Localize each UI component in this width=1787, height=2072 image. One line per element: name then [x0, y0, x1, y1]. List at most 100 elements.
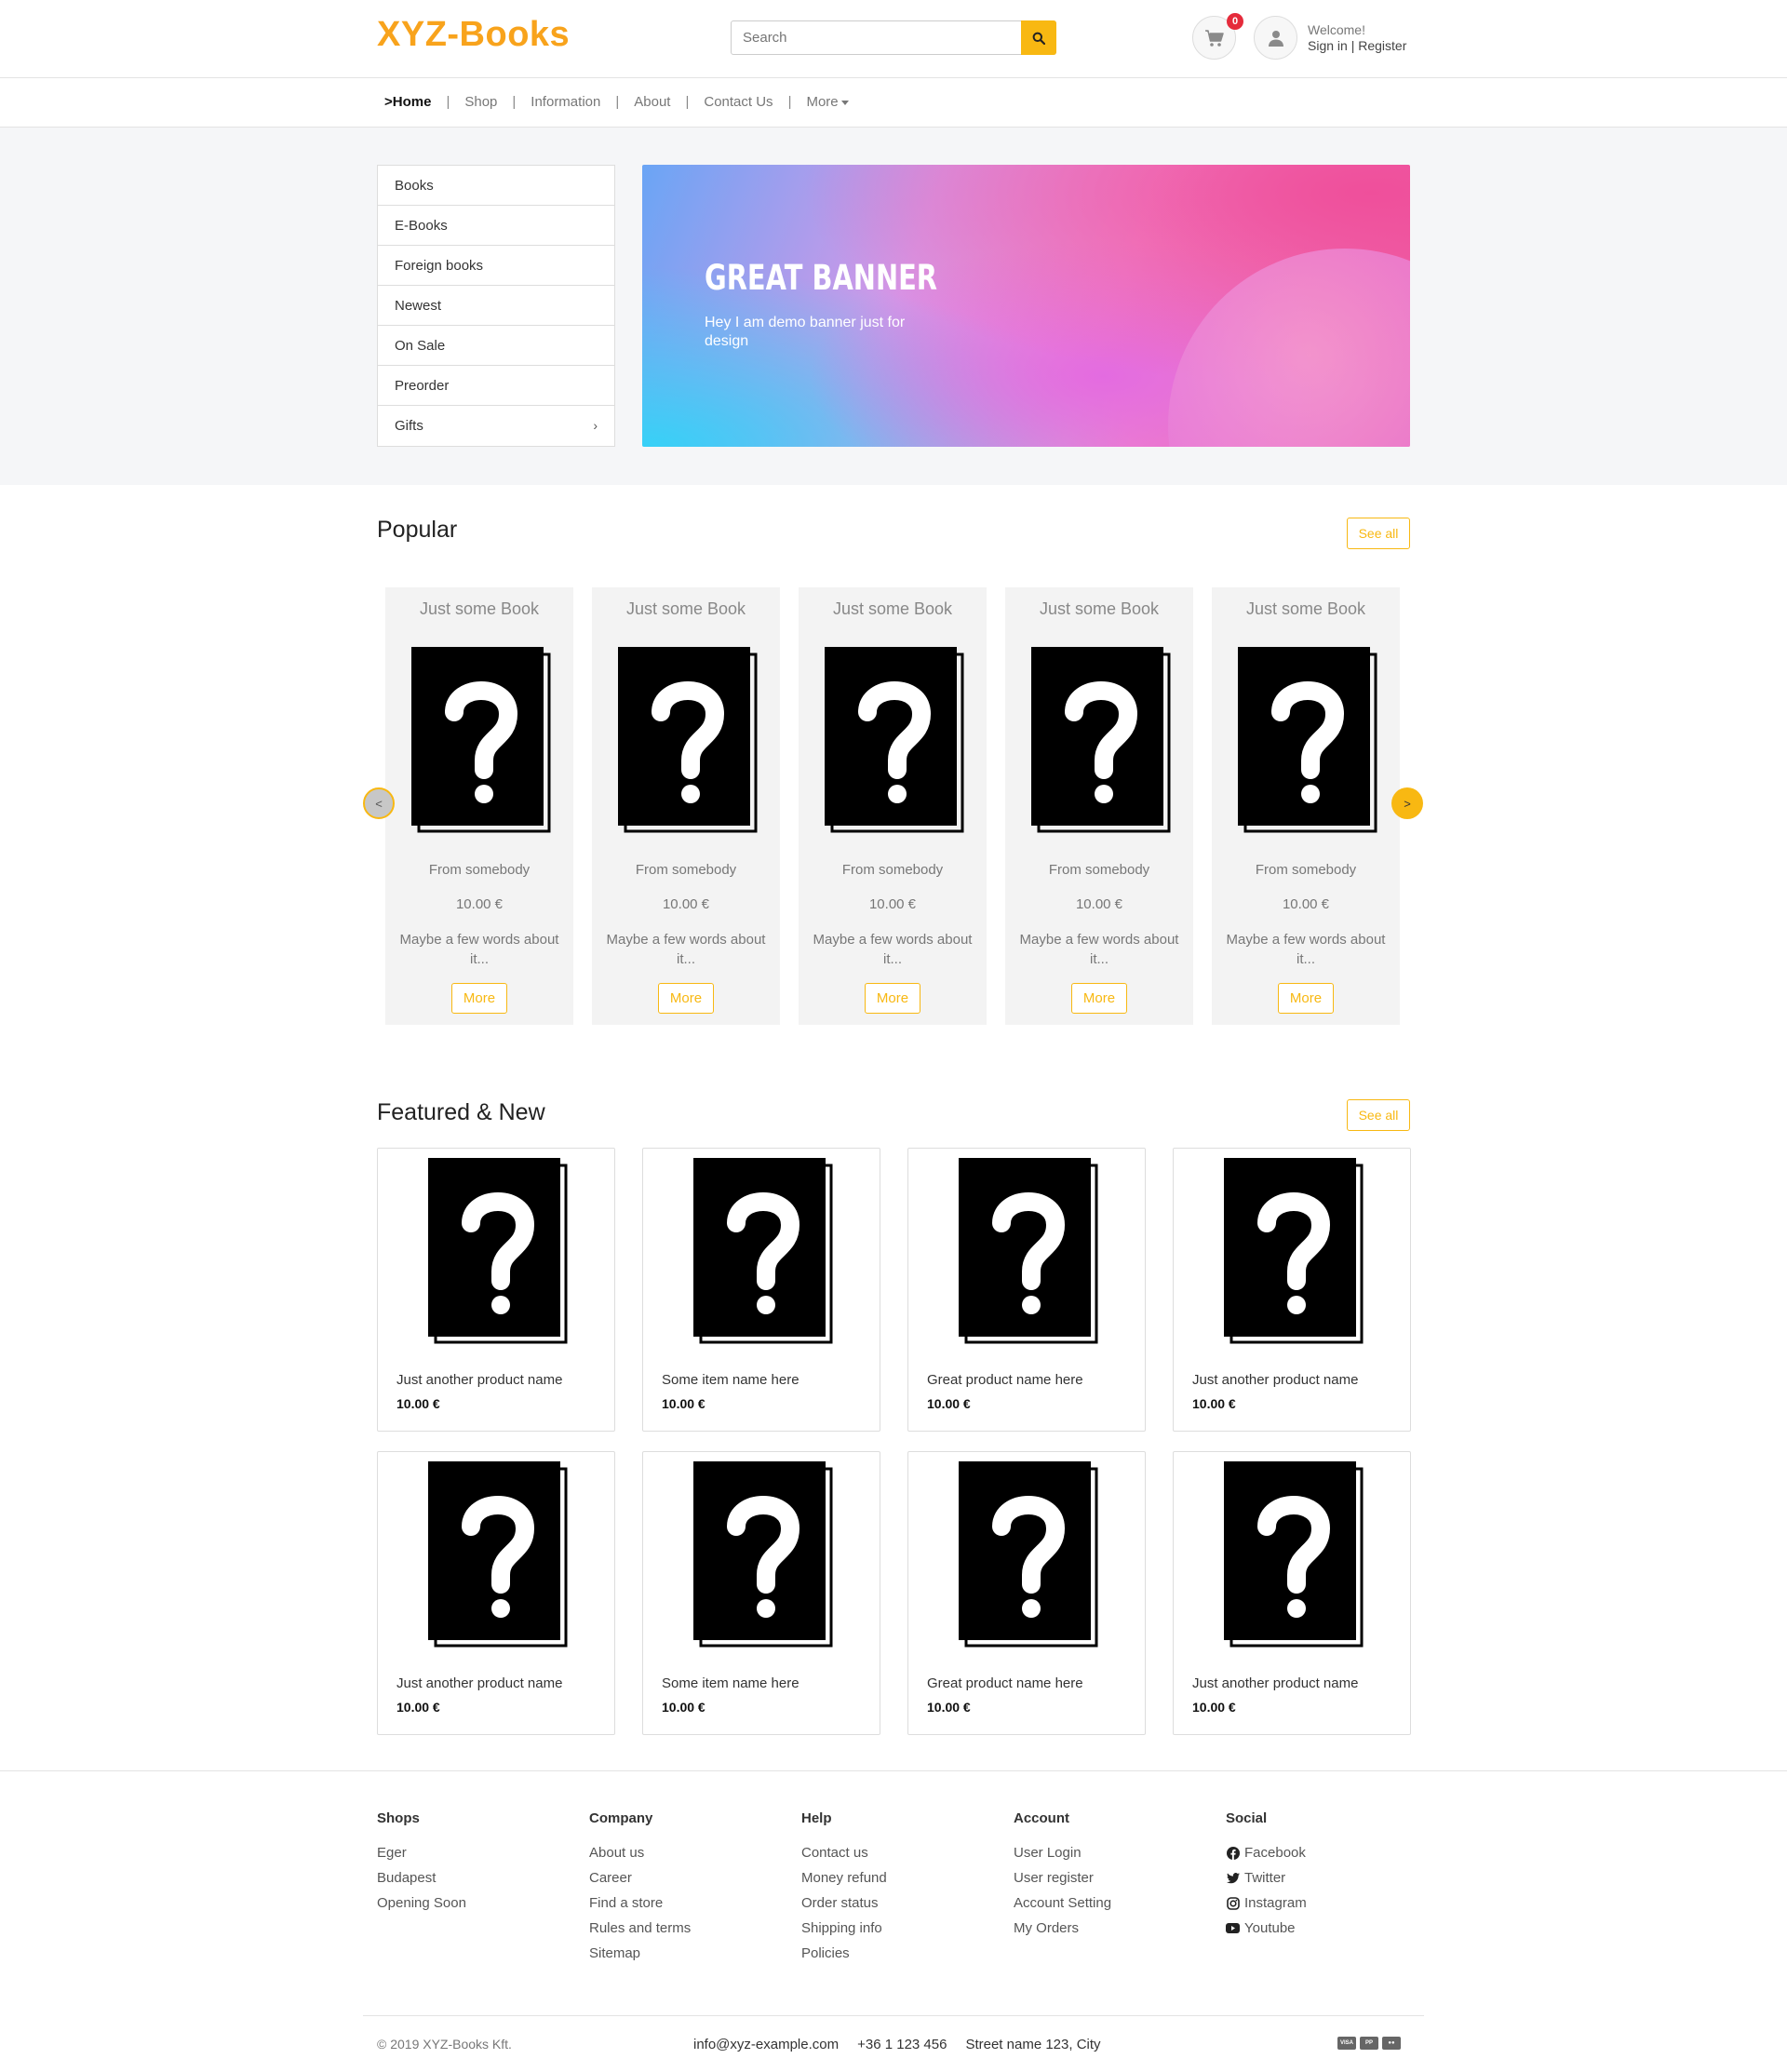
featured-product-card[interactable]: Just another product name 10.00 € — [377, 1148, 615, 1432]
featured-product-card[interactable]: Some item name here 10.00 € — [642, 1148, 880, 1432]
category-item[interactable]: Newest — [378, 286, 614, 326]
copyright: © 2019 XYZ-Books Kft. — [377, 2037, 512, 2052]
category-item[interactable]: Foreign books — [378, 246, 614, 286]
footer-link[interactable]: Order status — [801, 1890, 887, 1916]
footer-link[interactable]: Sitemap — [589, 1941, 691, 1966]
footer-link-label: Money refund — [801, 1870, 887, 1886]
nav-home[interactable]: >Home — [384, 94, 431, 110]
more-button[interactable]: More — [1278, 983, 1334, 1014]
nav-shop[interactable]: Shop — [464, 94, 497, 110]
featured-product-card[interactable]: Some item name here 10.00 € — [642, 1451, 880, 1735]
nav-separator: | — [512, 94, 517, 110]
unknown-book-icon — [411, 647, 551, 833]
popular-book-card[interactable]: Just some Book From somebody 10.00 € Maybe … — [592, 587, 780, 1025]
footer-phone[interactable]: +36 1 123 456 — [857, 2037, 947, 2052]
footer-link[interactable]: My Orders — [1014, 1916, 1111, 1941]
book-price: 10.00 € — [455, 896, 504, 912]
category-item-gifts[interactable]: Gifts › — [378, 406, 614, 446]
product-name: Just another product name — [1192, 1372, 1359, 1388]
nav-contact[interactable]: Contact Us — [704, 94, 773, 110]
footer-link[interactable]: Find a store — [589, 1890, 691, 1916]
book-price: 10.00 € — [1075, 896, 1123, 912]
footer-link[interactable]: About us — [589, 1840, 691, 1865]
footer-link[interactable]: Shipping info — [801, 1916, 887, 1941]
book-cover — [1031, 647, 1171, 837]
user-avatar[interactable] — [1254, 16, 1297, 60]
caret-down-icon — [840, 100, 849, 105]
category-item[interactable]: Books — [378, 166, 614, 206]
footer-link[interactable]: Opening Soon — [377, 1890, 466, 1916]
footer-link-label: Instagram — [1244, 1895, 1307, 1911]
popular-book-card[interactable]: Just some Book From somebody 10.00 € Maybe … — [1005, 587, 1193, 1025]
paypal-icon: PP — [1360, 2037, 1378, 2050]
footer-link-label: Facebook — [1244, 1845, 1306, 1861]
category-item[interactable]: On Sale — [378, 326, 614, 366]
logo[interactable]: XYZ-Books — [377, 15, 570, 55]
more-button[interactable]: More — [658, 983, 714, 1014]
more-button[interactable]: More — [1071, 983, 1127, 1014]
footer-link-label: Career — [589, 1870, 632, 1886]
mastercard-icon: ●● — [1382, 2037, 1401, 2050]
nav-information[interactable]: Information — [531, 94, 600, 110]
featured-product-card[interactable]: Great product name here 10.00 € — [907, 1451, 1146, 1735]
footer-link[interactable]: Rules and terms — [589, 1916, 691, 1941]
footer-link[interactable]: Budapest — [377, 1865, 466, 1890]
user-icon — [1268, 30, 1283, 47]
footer-column-heading: Company — [589, 1810, 653, 1826]
more-button[interactable]: More — [451, 983, 507, 1014]
carousel-prev-button[interactable]: < — [363, 787, 395, 819]
footer-bottom-bar: © 2019 XYZ-Books Kft. info@xyz-example.c… — [363, 2015, 1424, 2071]
footer-link[interactable]: Contact us — [801, 1840, 887, 1865]
nav-more-dropdown[interactable]: More — [806, 94, 849, 110]
footer-link[interactable]: User register — [1014, 1865, 1111, 1890]
twitter-icon — [1226, 1872, 1240, 1883]
popular-book-card[interactable]: Just some Book From somebody 10.00 € Maybe … — [385, 587, 573, 1025]
featured-product-card[interactable]: Just another product name 10.00 € — [1173, 1451, 1411, 1735]
footer-link[interactable]: Account Setting — [1014, 1890, 1111, 1916]
featured-product-card[interactable]: Just another product name 10.00 € — [1173, 1148, 1411, 1432]
footer-link[interactable]: Facebook — [1226, 1840, 1307, 1865]
carousel-next-button[interactable]: > — [1391, 787, 1423, 819]
category-list: Books E-Books Foreign books Newest On Sa… — [377, 165, 615, 447]
footer-link[interactable]: Youtube — [1226, 1916, 1307, 1941]
category-item[interactable]: Preorder — [378, 366, 614, 406]
nav-about[interactable]: About — [634, 94, 670, 110]
book-title: Just some Book — [832, 599, 953, 618]
hero-banner[interactable]: GREAT BANNER Hey I am demo banner just f… — [642, 165, 1410, 447]
more-button[interactable]: More — [865, 983, 920, 1014]
featured-product-card[interactable]: Great product name here 10.00 € — [907, 1148, 1146, 1432]
footer-link[interactable]: Career — [589, 1865, 691, 1890]
footer-link[interactable]: Eger — [377, 1840, 466, 1865]
popular-see-all-button[interactable]: See all — [1347, 518, 1410, 549]
footer-link[interactable]: Policies — [801, 1941, 887, 1966]
header: XYZ-Books 0 Welcome! Sign in | Register — [0, 0, 1787, 78]
product-cover — [428, 1158, 568, 1348]
auth-links: Sign in | Register — [1308, 38, 1406, 53]
youtube-icon — [1226, 1923, 1240, 1933]
footer-link[interactable]: Instagram — [1226, 1890, 1307, 1916]
instagram-icon — [1226, 1896, 1240, 1910]
footer-address: Street name 123, City — [965, 2037, 1101, 2052]
footer-link[interactable]: Twitter — [1226, 1865, 1307, 1890]
footer-column-social: Social Facebook Twitter Instagram Youtube — [1226, 1810, 1307, 1941]
footer-link-label: My Orders — [1014, 1920, 1080, 1936]
unknown-book-icon — [1224, 1158, 1364, 1344]
footer-link-label: User Login — [1014, 1845, 1082, 1861]
product-name: Just another product name — [1192, 1675, 1359, 1691]
featured-see-all-button[interactable]: See all — [1347, 1099, 1410, 1131]
footer-link[interactable]: Money refund — [801, 1865, 887, 1890]
nav-more-label: More — [806, 94, 839, 110]
sign-in-link[interactable]: Sign in — [1308, 38, 1348, 53]
featured-product-card[interactable]: Just another product name 10.00 € — [377, 1451, 615, 1735]
popular-book-card[interactable]: Just some Book From somebody 10.00 € Maybe … — [1212, 587, 1400, 1025]
book-description: Maybe a few words about it... — [1019, 932, 1179, 967]
popular-book-card[interactable]: Just some Book From somebody 10.00 € Maybe … — [799, 587, 987, 1025]
category-item[interactable]: E-Books — [378, 206, 614, 246]
search-button[interactable] — [1021, 20, 1056, 55]
footer-email[interactable]: info@xyz-example.com — [693, 2037, 839, 2052]
search-input[interactable] — [732, 21, 1021, 54]
register-link[interactable]: Register — [1358, 38, 1406, 53]
product-cover — [693, 1461, 833, 1651]
footer-column-heading: Help — [801, 1810, 832, 1826]
footer-link[interactable]: User Login — [1014, 1840, 1111, 1865]
